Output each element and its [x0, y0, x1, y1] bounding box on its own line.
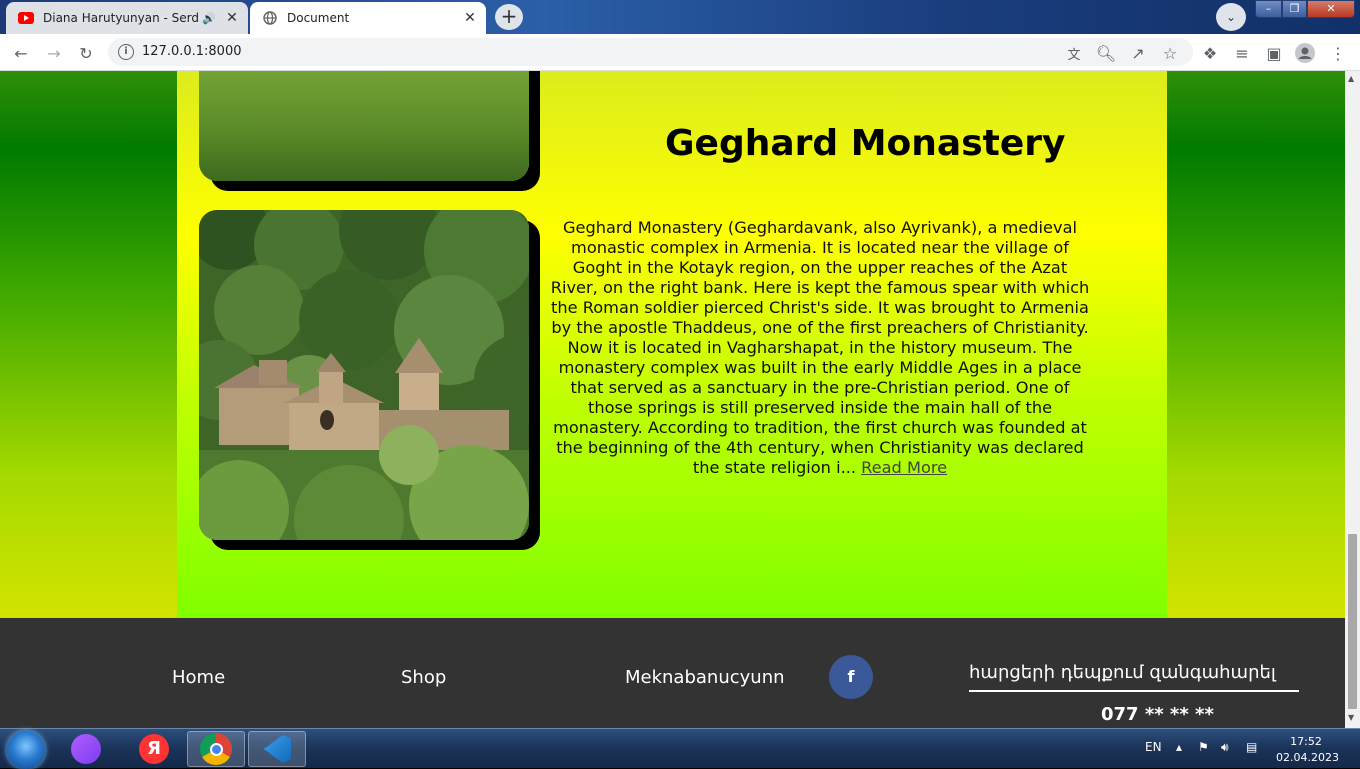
description-text: Geghard Monastery (Geghardavank, also Ay… [550, 218, 1090, 477]
footer-link-meknabanucyunn[interactable]: Meknabanucyunn [625, 667, 785, 688]
footer-link-shop[interactable]: Shop [401, 667, 446, 688]
close-tab-icon[interactable]: ✕ [460, 10, 480, 26]
youtube-icon [18, 10, 34, 26]
translate-icon[interactable]: 文 [1061, 40, 1087, 66]
tab-title: Diana Harutyunyan - Serd Sa [43, 11, 203, 25]
phone-number: 077 ** ** ** [1101, 704, 1214, 725]
extensions-icon[interactable]: ❖ [1197, 40, 1223, 66]
page-scrollbar[interactable]: ▲ ▼ [1345, 71, 1360, 728]
zoom-icon[interactable]: 🔍︎ [1093, 40, 1119, 66]
vscode-icon [263, 735, 291, 763]
share-icon[interactable]: ↗ [1125, 40, 1151, 66]
language-indicator[interactable]: EN [1145, 740, 1162, 754]
taskbar-app-chrome[interactable] [187, 731, 245, 767]
taskbar-app-yandex[interactable]: Я [125, 731, 183, 767]
globe-icon [262, 10, 278, 26]
browser-tab-bar: Diana Harutyunyan - Serd Sa 🔊 ✕ Document… [0, 0, 1360, 34]
tray-chevron-icon[interactable]: ▴ [1176, 740, 1182, 754]
new-tab-button[interactable]: + [495, 4, 523, 30]
main-content: Geghard Monastery Geghard Monastery (Geg… [177, 71, 1167, 618]
reload-icon[interactable]: ↻ [73, 40, 99, 66]
tab-search-chevron-icon[interactable]: ⌄ [1216, 3, 1246, 31]
address-bar[interactable]: i 127.0.0.1:8000 [108, 38, 1193, 66]
taskbar-app-alice[interactable] [57, 731, 115, 767]
monastery-image [199, 210, 529, 540]
alice-icon [71, 734, 101, 764]
volume-icon[interactable]: 🔊︎ [1221, 740, 1229, 755]
system-clock[interactable]: 17:52 02.04.2023 [1276, 734, 1339, 766]
scrollbar-thumb[interactable] [1348, 534, 1357, 709]
clock-date: 02.04.2023 [1276, 751, 1339, 764]
minimize-window-button[interactable]: – [1255, 0, 1282, 18]
page-title: Geghard Monastery [665, 123, 1066, 164]
taskbar-app-vscode[interactable] [248, 731, 306, 767]
tab-youtube[interactable]: Diana Harutyunyan - Serd Sa 🔊 ✕ [6, 2, 248, 34]
info-icon[interactable]: i [118, 44, 134, 60]
windows-taskbar: Я EN ▴ ⚑ 🔊︎ ▤ 17:52 02.04.2023 [0, 728, 1360, 769]
clock-time: 17:52 [1290, 735, 1322, 748]
page-viewport: Geghard Monastery Geghard Monastery (Geg… [0, 71, 1345, 728]
read-more-link[interactable]: Read More [861, 458, 947, 477]
action-center-flag-icon[interactable]: ⚑ [1198, 740, 1209, 754]
facebook-icon[interactable]: f [829, 655, 873, 699]
previous-landscape-image [199, 71, 529, 181]
tab-document[interactable]: Document ✕ [250, 2, 486, 34]
audio-playing-icon[interactable]: 🔊 [202, 12, 216, 25]
reading-list-icon[interactable]: ≡ [1229, 40, 1255, 66]
side-panel-icon[interactable]: ▣ [1261, 40, 1287, 66]
yandex-icon: Я [139, 734, 169, 764]
close-window-button[interactable]: ✕ [1307, 0, 1355, 18]
footer-link-home[interactable]: Home [172, 667, 225, 688]
monastery-description: Geghard Monastery (Geghardavank, also Ay… [550, 218, 1090, 478]
chrome-icon [200, 733, 232, 765]
footer: Home Shop Meknabanucyunn f հարցերի դեպքո… [0, 618, 1345, 728]
network-icon[interactable]: ▤ [1246, 740, 1257, 754]
browser-toolbar: ← → ↻ i 127.0.0.1:8000 文 🔍︎ ↗ ☆ ❖ ≡ ▣ ⋮ [0, 34, 1360, 71]
call-us-text: հարցերի դեպքում զանգահարել [969, 662, 1299, 692]
restore-window-button[interactable]: ❐ [1282, 0, 1307, 18]
bookmark-star-icon[interactable]: ☆ [1157, 40, 1183, 66]
windows-start-icon[interactable] [7, 731, 45, 769]
menu-icon[interactable]: ⋮ [1325, 40, 1351, 66]
url-text[interactable]: 127.0.0.1:8000 [142, 44, 242, 59]
forward-icon[interactable]: → [41, 40, 67, 66]
tab-title: Document [287, 11, 350, 25]
profile-icon[interactable] [1292, 40, 1318, 66]
scroll-up-icon[interactable]: ▲ [1348, 74, 1354, 83]
scroll-down-icon[interactable]: ▼ [1348, 713, 1354, 722]
close-tab-icon[interactable]: ✕ [222, 10, 242, 26]
back-icon[interactable]: ← [8, 40, 34, 66]
